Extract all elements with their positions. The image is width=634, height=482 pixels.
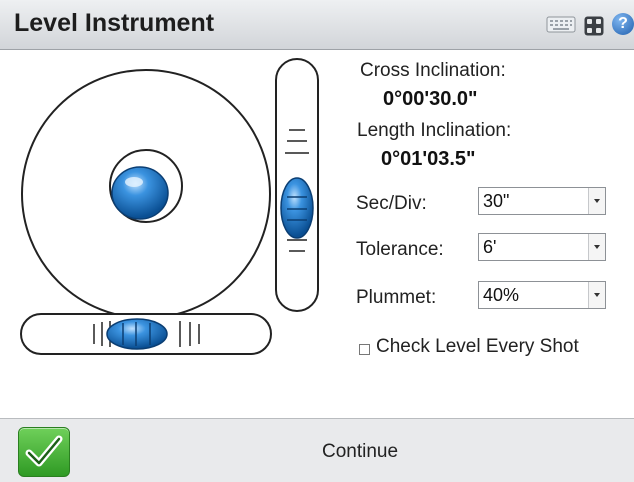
plummet-select[interactable]: 40% (478, 281, 606, 309)
plummet-label: Plummet: (356, 287, 437, 308)
chevron-down-icon[interactable] (588, 234, 605, 260)
check-level-checkbox[interactable] (359, 344, 370, 355)
cross-inclination-value: 0°00'30.0" (383, 88, 478, 110)
continue-button[interactable]: Continue (322, 441, 398, 463)
circular-level (21, 69, 271, 319)
horizontal-bubble (106, 318, 168, 350)
length-inclination-value: 0°01'03.5" (381, 148, 476, 170)
vertical-bubble (280, 177, 314, 239)
chevron-down-icon[interactable] (588, 188, 605, 214)
window-title: Level Instrument (14, 9, 215, 37)
check-level-label[interactable]: Check Level Every Shot (376, 336, 579, 358)
tolerance-label: Tolerance: (356, 239, 444, 260)
sec-div-label: Sec/Div: (356, 193, 427, 214)
circular-bubble (111, 166, 169, 220)
tolerance-value: 6' (483, 237, 497, 257)
level-panel: Cross Inclination: 0°00'30.0" Length Inc… (0, 50, 634, 417)
ok-button[interactable] (18, 427, 70, 477)
cross-inclination-label: Cross Inclination: (360, 60, 506, 81)
title-bar: Level Instrument ? (0, 0, 634, 50)
sec-div-select[interactable]: 30" (478, 187, 606, 215)
length-inclination-label: Length Inclination: (357, 120, 512, 141)
footer-bar: Continue (0, 418, 634, 482)
horizontal-tube-level (20, 313, 272, 355)
chevron-down-icon[interactable] (588, 282, 605, 308)
checkmark-icon (25, 435, 63, 467)
help-icon[interactable]: ? (612, 13, 634, 35)
tolerance-select[interactable]: 6' (478, 233, 606, 261)
sec-div-value: 30" (483, 191, 510, 211)
keyboard-icon[interactable] (546, 16, 576, 33)
plummet-value: 40% (483, 285, 520, 305)
vertical-tube-level (275, 58, 319, 312)
grid-icon[interactable] (584, 16, 604, 36)
